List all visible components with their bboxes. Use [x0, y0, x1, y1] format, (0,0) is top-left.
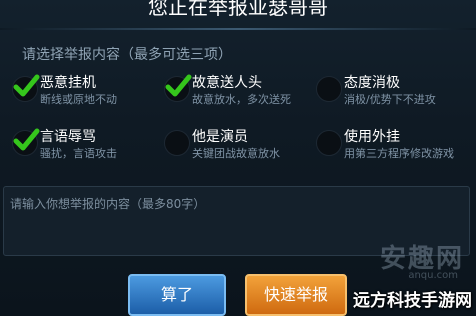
- checkmark-icon: [13, 128, 40, 151]
- option-title: 言语辱骂: [40, 129, 96, 145]
- option-actor[interactable]: 他是演员 关键团战故意放水: [164, 126, 314, 166]
- report-dialog: 您正在举报亚瑟哥哥 请选择举报内容（最多可选三项） 恶意挂机 断线或原地不动 故…: [0, 0, 476, 316]
- option-feeding[interactable]: 故意送人头 故意放水，多次送死: [164, 72, 314, 112]
- checkbox[interactable]: [164, 74, 192, 102]
- checkbox[interactable]: [12, 128, 40, 156]
- cancel-button[interactable]: 算了: [128, 274, 226, 316]
- option-title: 故意送人头: [192, 75, 262, 91]
- watermark: 安趣网 anqu.com 远方科技手游网: [346, 230, 476, 314]
- checkmark-icon: [165, 74, 192, 97]
- checkbox[interactable]: [316, 130, 342, 156]
- option-title: 恶意挂机: [40, 75, 96, 91]
- title-divider: [0, 28, 476, 30]
- option-desc: 消极/优势下不进攻: [344, 93, 436, 106]
- option-desc: 用第三方程序修改游戏: [344, 147, 454, 160]
- option-desc: 关键团战故意放水: [192, 147, 280, 160]
- checkbox[interactable]: [164, 130, 190, 156]
- quick-report-button[interactable]: 快速举报: [245, 274, 347, 316]
- option-title: 他是演员: [192, 129, 248, 145]
- checkmark-icon: [13, 74, 40, 97]
- option-desc: 故意放水，多次送死: [192, 93, 291, 106]
- checkbox[interactable]: [316, 76, 342, 102]
- dialog-title: 您正在举报亚瑟哥哥: [148, 0, 328, 19]
- watermark-site-name: 远方科技手游网: [353, 291, 472, 311]
- option-negative[interactable]: 态度消极 消极/优势下不进攻: [316, 72, 466, 112]
- checkbox[interactable]: [12, 74, 40, 102]
- section-label: 请选择举报内容（最多可选三项）: [22, 47, 232, 63]
- input-placeholder: 请输入你想举报的内容（最多80字）: [10, 197, 206, 211]
- option-desc: 断线或原地不动: [40, 93, 117, 106]
- option-verbal-abuse[interactable]: 言语辱骂 骚扰，言语攻击: [12, 126, 162, 166]
- option-title: 态度消极: [344, 75, 400, 91]
- option-desc: 骚扰，言语攻击: [40, 147, 117, 160]
- option-afk[interactable]: 恶意挂机 断线或原地不动: [12, 72, 162, 112]
- option-title: 使用外挂: [344, 129, 400, 145]
- option-cheating[interactable]: 使用外挂 用第三方程序修改游戏: [316, 126, 466, 166]
- watermark-url: anqu.com: [408, 270, 458, 281]
